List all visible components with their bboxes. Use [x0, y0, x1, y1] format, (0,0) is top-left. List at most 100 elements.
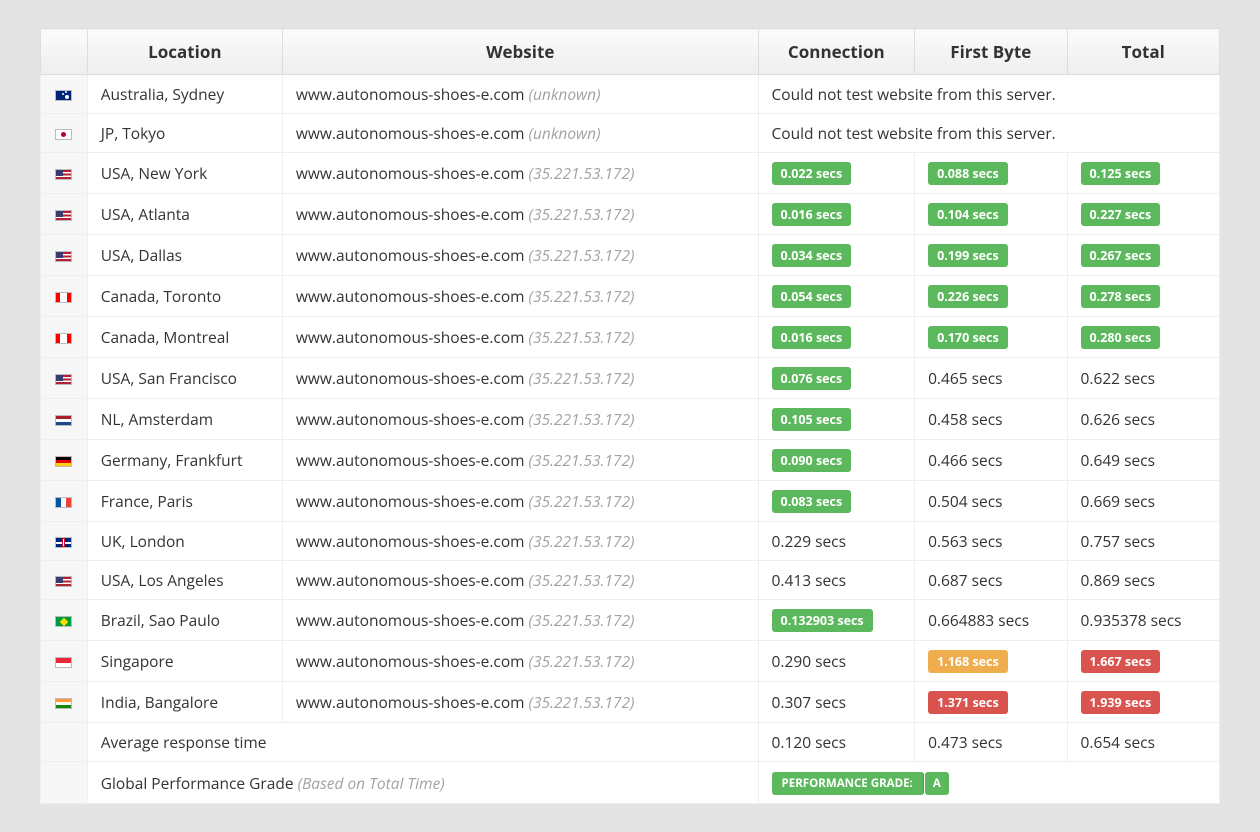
col-flag: [41, 29, 88, 75]
flag-icon: [55, 415, 72, 426]
flag-icon: [55, 333, 72, 344]
first-byte-cell: 0.088 secs: [915, 153, 1067, 194]
avg-total: 0.654 secs: [1081, 731, 1155, 753]
flag-icon: [55, 576, 72, 587]
first-byte-cell: 0.466 secs: [915, 440, 1067, 481]
connection-time: 0.090 secs: [772, 449, 852, 472]
website-cell: www.autonomous-shoes-e.com (35.221.53.17…: [282, 440, 758, 481]
table-row: France, Pariswww.autonomous-shoes-e.com …: [41, 481, 1220, 522]
avg-first-byte: 0.473 secs: [928, 731, 1002, 753]
connection-time: 0.132903 secs: [772, 609, 873, 632]
col-location[interactable]: Location: [87, 29, 282, 75]
table-row: Australia, Sydneywww.autonomous-shoes-e.…: [41, 75, 1220, 114]
flag-icon: [55, 129, 72, 140]
first-byte-cell: 0.226 secs: [915, 276, 1067, 317]
location-cell: India, Bangalore: [87, 682, 282, 723]
connection-cell: 0.054 secs: [758, 276, 915, 317]
connection-time: 0.016 secs: [772, 203, 852, 226]
flag-icon: [55, 90, 72, 101]
col-first-byte[interactable]: First Byte: [915, 29, 1067, 75]
connection-cell: 0.413 secs: [758, 561, 915, 600]
website-ip: (unknown): [529, 83, 601, 105]
connection-time: 0.229 secs: [772, 530, 846, 552]
website-domain: www.autonomous-shoes-e.com: [296, 122, 525, 144]
first-byte-time: 0.687 secs: [928, 569, 1002, 591]
performance-grade-letter: A: [925, 772, 949, 795]
first-byte-cell: 0.104 secs: [915, 194, 1067, 235]
total-cell: 0.227 secs: [1067, 194, 1219, 235]
website-ip: (35.221.53.172): [529, 367, 635, 389]
flag-cell: [41, 276, 88, 317]
first-byte-time: 0.466 secs: [928, 449, 1002, 471]
total-time: 0.649 secs: [1081, 449, 1155, 471]
website-domain: www.autonomous-shoes-e.com: [296, 83, 525, 105]
location-cell: JP, Tokyo: [87, 114, 282, 153]
first-byte-time: 0.458 secs: [928, 408, 1002, 430]
connection-time: 0.022 secs: [772, 162, 852, 185]
flag-icon: [55, 210, 72, 221]
connection-time: 0.016 secs: [772, 326, 852, 349]
grade-note: (Based on Total Time): [298, 772, 445, 794]
flag-icon: [55, 616, 72, 627]
connection-cell: 0.016 secs: [758, 194, 915, 235]
table-row: UK, Londonwww.autonomous-shoes-e.com (35…: [41, 522, 1220, 561]
performance-grade-badge: PERFORMANCE GRADE:: [772, 772, 924, 795]
website-cell: www.autonomous-shoes-e.com (35.221.53.17…: [282, 358, 758, 399]
connection-cell: 0.229 secs: [758, 522, 915, 561]
col-connection[interactable]: Connection: [758, 29, 915, 75]
total-cell: 1.939 secs: [1067, 682, 1219, 723]
col-total[interactable]: Total: [1067, 29, 1219, 75]
first-byte-time: 0.088 secs: [928, 162, 1008, 185]
website-cell: www.autonomous-shoes-e.com (35.221.53.17…: [282, 641, 758, 682]
flag-cell: [41, 600, 88, 641]
connection-time: 0.413 secs: [772, 569, 846, 591]
flag-cell: [41, 194, 88, 235]
location-cell: NL, Amsterdam: [87, 399, 282, 440]
average-row: Average response time 0.120 secs 0.473 s…: [41, 723, 1220, 762]
flag-icon: [55, 698, 72, 709]
connection-cell: 0.307 secs: [758, 682, 915, 723]
website-domain: www.autonomous-shoes-e.com: [296, 408, 525, 430]
website-cell: www.autonomous-shoes-e.com (35.221.53.17…: [282, 561, 758, 600]
first-byte-cell: 0.170 secs: [915, 317, 1067, 358]
location-cell: France, Paris: [87, 481, 282, 522]
connection-time: 0.054 secs: [772, 285, 852, 308]
website-cell: www.autonomous-shoes-e.com (35.221.53.17…: [282, 317, 758, 358]
first-byte-cell: 0.465 secs: [915, 358, 1067, 399]
total-time: 1.667 secs: [1081, 650, 1161, 673]
latency-results-table: Location Website Connection First Byte T…: [40, 28, 1220, 804]
total-time: 0.227 secs: [1081, 203, 1161, 226]
website-ip: (35.221.53.172): [529, 449, 635, 471]
total-cell: 0.869 secs: [1067, 561, 1219, 600]
total-time: 0.125 secs: [1081, 162, 1161, 185]
website-domain: www.autonomous-shoes-e.com: [296, 244, 525, 266]
flag-cell-empty: [41, 723, 88, 762]
first-byte-cell: 0.687 secs: [915, 561, 1067, 600]
website-ip: (35.221.53.172): [529, 490, 635, 512]
col-website[interactable]: Website: [282, 29, 758, 75]
flag-icon: [55, 169, 72, 180]
website-cell: www.autonomous-shoes-e.com (35.221.53.17…: [282, 600, 758, 641]
location-cell: USA, Atlanta: [87, 194, 282, 235]
first-byte-cell: 1.168 secs: [915, 641, 1067, 682]
total-time: 1.939 secs: [1081, 691, 1161, 714]
flag-cell: [41, 317, 88, 358]
website-domain: www.autonomous-shoes-e.com: [296, 162, 525, 184]
first-byte-cell: 0.664883 secs: [915, 600, 1067, 641]
first-byte-time: 0.465 secs: [928, 367, 1002, 389]
total-time: 0.669 secs: [1081, 490, 1155, 512]
flag-cell: [41, 561, 88, 600]
flag-icon: [55, 292, 72, 303]
flag-icon: [55, 251, 72, 262]
location-cell: Singapore: [87, 641, 282, 682]
table-row: India, Bangalorewww.autonomous-shoes-e.c…: [41, 682, 1220, 723]
connection-time: 0.034 secs: [772, 244, 852, 267]
total-time: 0.869 secs: [1081, 569, 1155, 591]
table-row: USA, Los Angeleswww.autonomous-shoes-e.c…: [41, 561, 1220, 600]
location-cell: USA, Dallas: [87, 235, 282, 276]
table-row: Canada, Torontowww.autonomous-shoes-e.co…: [41, 276, 1220, 317]
website-ip: (35.221.53.172): [529, 203, 635, 225]
average-label: Average response time: [87, 723, 758, 762]
first-byte-cell: 0.199 secs: [915, 235, 1067, 276]
website-ip: (35.221.53.172): [529, 691, 635, 713]
